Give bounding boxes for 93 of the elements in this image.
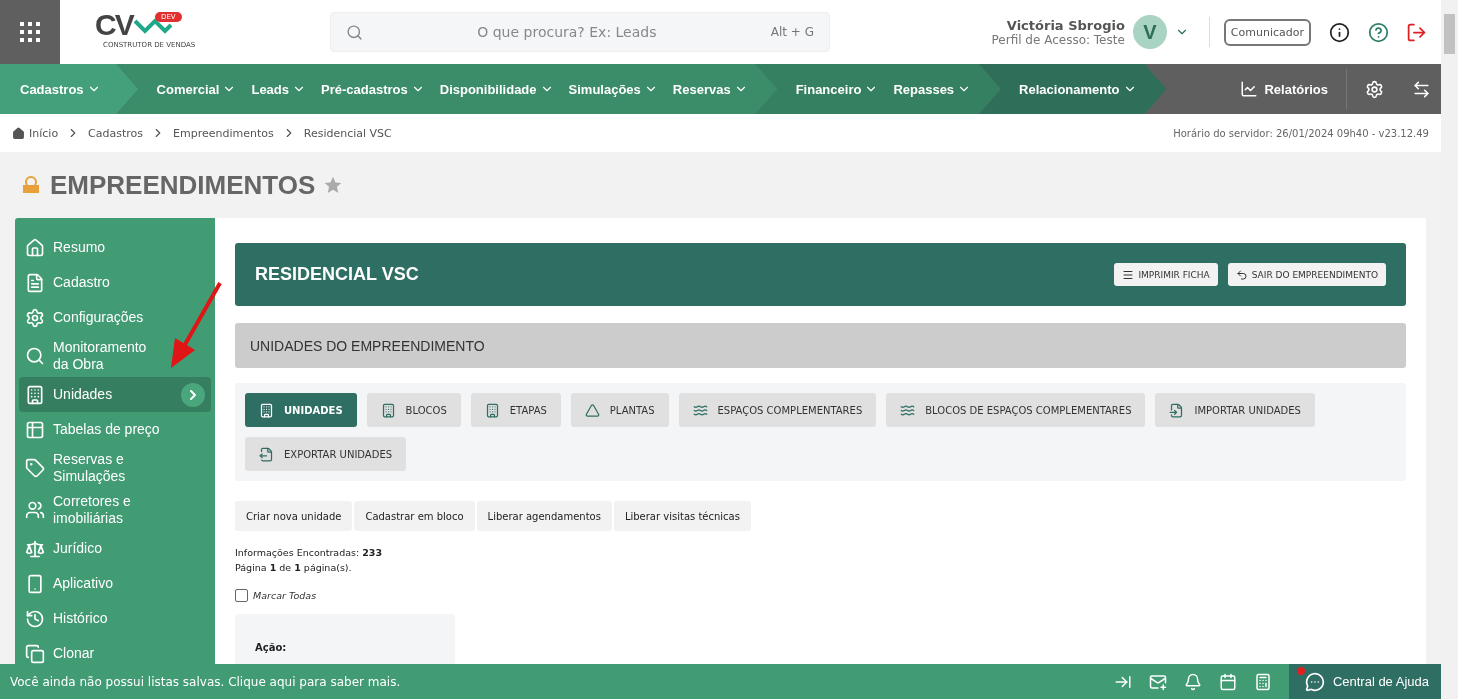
star-icon[interactable] (323, 175, 344, 195)
action-button[interactable]: Criar nova unidade (235, 501, 353, 531)
sidebar-item[interactable]: Reservas e Simulações (19, 447, 211, 489)
search-icon (346, 23, 363, 41)
tab-icon (1169, 402, 1185, 418)
nav-menu-item[interactable]: Disponibilidade (439, 81, 554, 97)
info-text: Página 1 de 1 página(s). (235, 561, 353, 575)
help-icon[interactable] (1368, 21, 1389, 43)
nav-menu-item[interactable]: Leads (251, 81, 307, 97)
tab[interactable]: ETAPAS (470, 393, 561, 427)
sidebar-item-icon (25, 346, 45, 366)
line-chart-icon (1240, 80, 1259, 98)
sidebar-item[interactable]: Histórico (19, 601, 211, 636)
checkbox[interactable] (235, 589, 248, 602)
shortcut-hint: Alt + G (770, 25, 814, 39)
page-title: EMPREENDIMENTOS (50, 169, 316, 201)
user-name: Victória Sbrogio (1006, 17, 1125, 33)
nav-menu-item[interactable]: Simulações (568, 81, 658, 97)
logo-text: CV (95, 10, 133, 40)
nav-menu-item[interactable]: Relacionamento (1019, 81, 1137, 97)
sidebar-item[interactable]: Clonar (19, 636, 211, 664)
tab[interactable]: ESPAÇOS COMPLEMENTARES (678, 393, 877, 427)
tab-icon (380, 402, 396, 418)
nav-menu-item[interactable]: Financeiro (795, 81, 879, 97)
sidebar-item[interactable]: Tabelas de preço (19, 412, 211, 447)
sidebar-item-icon (25, 500, 45, 520)
action-label: Ação: (255, 642, 287, 653)
sidebar-item-icon (25, 458, 45, 478)
sidebar-item-icon (25, 608, 45, 629)
sidebar-item[interactable]: Resumo (19, 230, 211, 265)
sidebar-item[interactable]: Cadastro (19, 265, 211, 300)
sidebar-item-icon (25, 419, 45, 440)
project-title: RESIDENCIAL VSC (255, 264, 419, 285)
sidebar-item-icon (25, 237, 45, 258)
sidebar-item[interactable]: Unidades (19, 377, 211, 412)
sidebar-item-icon (25, 384, 45, 405)
action-button[interactable]: Liberar visitas técnicas (613, 501, 751, 531)
sidebar-item[interactable]: Configurações (19, 300, 211, 335)
section-title: UNIDADES DO EMPREENDIMENTO (250, 337, 485, 354)
tab-icon (259, 446, 274, 462)
tab[interactable]: UNIDADES (245, 393, 357, 427)
user-profile: Perfil de Acesso: Teste (991, 32, 1125, 47)
info-text: Informações Encontradas: 233 (235, 546, 384, 560)
breadcrumb-link[interactable]: Início (29, 126, 59, 140)
breadcrumb-link[interactable]: Cadastros (88, 126, 144, 140)
tab-icon (584, 402, 600, 418)
tab[interactable]: PLANTAS (570, 393, 669, 427)
checkbox-label: Marcar Todas (253, 590, 317, 601)
help-center-button[interactable]: Central de Ajuda (1288, 664, 1441, 699)
action-button[interactable]: Cadastrar em bloco (354, 501, 475, 531)
sidebar-item-icon (25, 307, 45, 328)
search-field[interactable]: O que procura? Ex: Leads (373, 23, 761, 41)
sidebar-item[interactable]: Aplicativo (19, 566, 211, 601)
user-avatar[interactable]: V (1132, 15, 1167, 49)
chat-icon (1304, 671, 1325, 692)
server-time: Horário do servidor: 26/01/2024 09h40 - v23.12.49 (1173, 127, 1429, 139)
reports-link[interactable]: Relatórios (1240, 69, 1347, 109)
nav-menu-item[interactable]: Cadastros (20, 81, 101, 97)
sidebar-item[interactable]: Jurídico (19, 531, 211, 566)
search-field[interactable]: O que procura? Ex: Leads Alt + G (330, 12, 830, 52)
sidebar-item-icon (25, 643, 45, 664)
action-button[interactable]: Liberar agendamentos (476, 501, 612, 531)
tab-icon (259, 402, 274, 418)
breadcrumb-link[interactable]: Residencial VSC (303, 126, 392, 140)
info-icon[interactable] (1329, 21, 1350, 43)
tab[interactable]: EXPORTAR UNIDADES (245, 437, 407, 471)
menu-icon (1122, 268, 1135, 281)
tab[interactable]: BLOCOS DE ESPAÇOS COMPLEMENTARES (886, 393, 1146, 427)
settings-icon[interactable] (1365, 79, 1384, 99)
apps-menu-button[interactable] (0, 0, 60, 64)
chevron-right-icon (181, 382, 205, 407)
sidebar-item[interactable]: Monitoramento da Obra (19, 335, 211, 377)
nav-menu-item[interactable]: Pré-cadastros (321, 81, 425, 97)
sidebar-item[interactable]: Corretores e imobiliárias (19, 489, 211, 531)
sidebar-item-icon (25, 538, 45, 559)
swap-arrows-icon[interactable] (1412, 79, 1431, 99)
nav-menu-item[interactable]: Reservas (672, 81, 748, 97)
nav-menu-item[interactable]: Repasses (893, 81, 972, 97)
exit-button[interactable]: SAIR DO EMPREENDIMENTO (1227, 263, 1386, 286)
home-icon (12, 126, 25, 140)
apps-grid-icon (19, 21, 41, 43)
print-button[interactable]: IMPRIMIR FICHA (1114, 263, 1218, 286)
tab[interactable]: IMPORTAR UNIDADES (1155, 393, 1315, 427)
undo-arrow-icon (1235, 268, 1248, 281)
sidebar-item-icon (25, 573, 45, 594)
saved-lists-message[interactable]: Você ainda não possui listas salvas. Clique aqui para saber mais. (0, 674, 401, 689)
logout-icon[interactable] (1406, 21, 1427, 43)
tab-icon (484, 402, 500, 418)
nav-menu-item[interactable]: Comercial (156, 81, 237, 97)
breadcrumb-link[interactable]: Empreendimentos (173, 126, 274, 140)
sidebar-item-icon (25, 272, 45, 293)
communicator-button[interactable]: Comunicador (1223, 18, 1311, 46)
tab[interactable]: BLOCOS (366, 393, 461, 427)
